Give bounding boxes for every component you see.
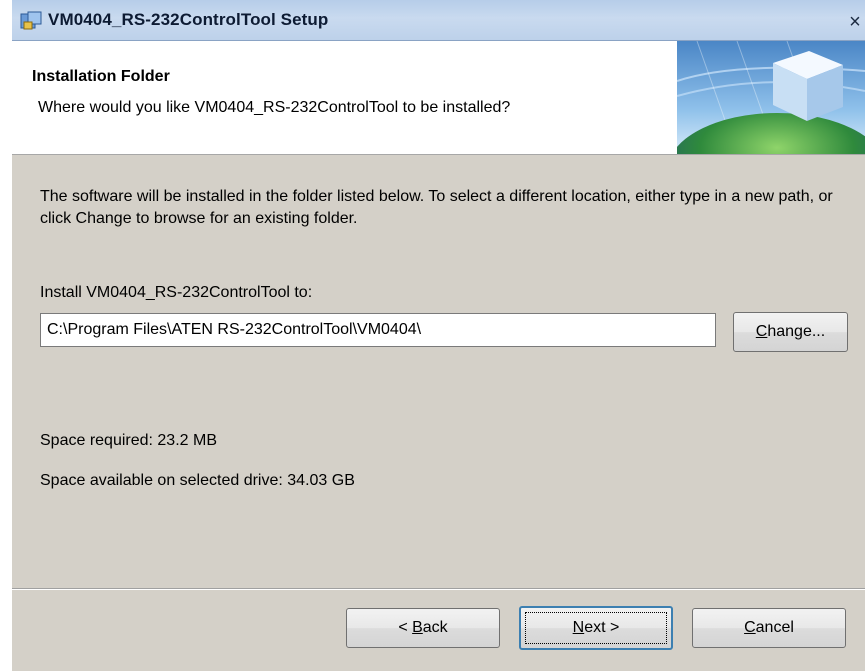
cancel-button-post: ancel (755, 619, 794, 636)
page-subtitle: Where would you like VM0404_RS-232Contro… (38, 99, 511, 116)
back-button-post: ack (422, 619, 448, 636)
setup-window: VM0404_RS-232ControlTool Setup × Install… (12, 0, 865, 671)
back-button[interactable]: < Back (346, 608, 500, 648)
focus-rectangle: Next > (525, 612, 667, 644)
description-text: The software will be installed in the fo… (40, 188, 833, 227)
next-button[interactable]: Next > (519, 606, 673, 650)
change-button-post: hange... (767, 323, 826, 340)
page-title: Installation Folder (32, 68, 170, 85)
close-icon[interactable]: × (845, 12, 865, 32)
footer-separator (12, 588, 865, 590)
window-title: VM0404_RS-232ControlTool Setup (48, 10, 329, 29)
change-button[interactable]: Change... (733, 312, 848, 352)
install-path-field[interactable] (40, 313, 716, 347)
cancel-button-accel: C (744, 619, 756, 636)
install-location-label: Install VM0404_RS-232ControlTool to: (40, 284, 313, 301)
space-required-text: Space required: 23.2 MB (40, 432, 217, 449)
header-banner: Installation Folder Where would you like… (12, 41, 865, 155)
change-button-accel: C (755, 323, 768, 340)
installer-icon (20, 11, 42, 30)
space-available-text: Space available on selected drive: 34.03… (40, 472, 355, 489)
title-bar[interactable]: VM0404_RS-232ControlTool Setup × (12, 0, 865, 41)
back-button-pre: < (398, 619, 413, 636)
back-button-accel: B (412, 619, 423, 636)
installer-cube-globe-graphic (677, 41, 865, 154)
cancel-button[interactable]: Cancel (692, 608, 846, 648)
next-button-post: ext > (584, 619, 620, 636)
next-button-accel: N (572, 619, 585, 636)
